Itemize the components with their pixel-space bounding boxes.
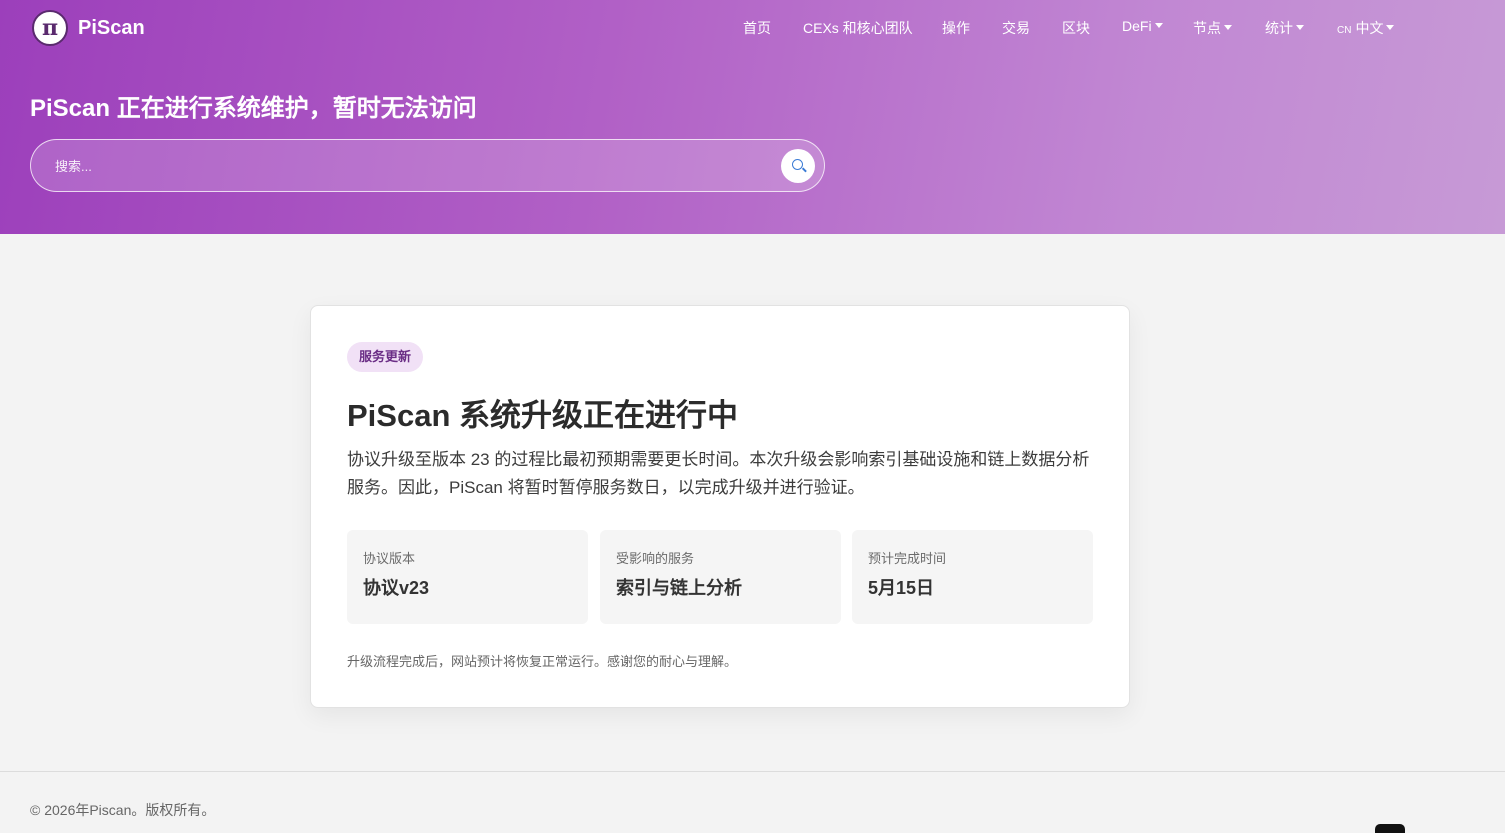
nav-defi-label: DeFi xyxy=(1122,18,1152,34)
nav-nodes-label: 节点 xyxy=(1193,20,1221,36)
info-label: 受影响的服务 xyxy=(616,551,695,566)
search-icon-handle xyxy=(802,167,807,173)
info-value: 5月15日 xyxy=(868,578,935,598)
language-selector[interactable]: CN 中文 xyxy=(1337,18,1395,38)
nav-defi-dropdown[interactable]: DeFi xyxy=(1122,18,1163,34)
info-value: 索引与链上分析 xyxy=(616,578,742,598)
info-affected-services: 受影响的服务 索引与链上分析 xyxy=(600,530,841,624)
info-estimated-completion: 预计完成时间 5月15日 xyxy=(852,530,1093,624)
nav-operations[interactable]: 操作 xyxy=(942,18,970,38)
service-update-badge: 服务更新 xyxy=(347,342,424,372)
nav-stats-label: 统计 xyxy=(1265,20,1293,36)
caret-down-icon xyxy=(1224,25,1232,30)
maintenance-card: 服务更新 PiScan 系统升级正在进行中 协议升级至版本 23 的过程比最初预… xyxy=(310,305,1130,708)
nav-blocks[interactable]: 区块 xyxy=(1062,18,1090,38)
info-protocol-version: 协议版本 协议v23 xyxy=(347,530,588,624)
caret-down-icon xyxy=(1386,25,1395,30)
card-note: 升级流程完成后，网站预计将恢复正常运行。感谢您的耐心与理解。 xyxy=(347,654,738,669)
search-bar xyxy=(30,139,825,192)
nav-cexs[interactable]: CEXs 和核心团队 xyxy=(803,18,913,38)
footer-divider xyxy=(0,771,1505,772)
caret-down-icon xyxy=(1154,23,1163,28)
nav-home[interactable]: 首页 xyxy=(743,18,771,38)
info-label: 预计完成时间 xyxy=(868,551,947,566)
info-label: 协议版本 xyxy=(363,551,416,566)
language-label: 中文 xyxy=(1355,20,1384,36)
copyright-text: © 2026年Piscan。版权所有。 xyxy=(30,802,216,818)
language-code: CN xyxy=(1337,25,1352,36)
caret-down-icon xyxy=(1296,25,1304,30)
hero-header: π PiScan 首页 CEXs 和核心团队 操作 交易 区块 DeFi 节点 … xyxy=(0,0,1505,234)
search-button[interactable] xyxy=(781,149,815,183)
card-description: 协议升级至版本 23 的过程比最初预期需要更长时间。本次升级会影响索引基础设施和… xyxy=(347,450,1090,497)
main-nav: 首页 CEXs 和核心团队 操作 交易 区块 DeFi 节点 统计 CN 中文 xyxy=(0,18,1505,38)
maintenance-title: PiScan 正在进行系统维护，暂时无法访问 xyxy=(30,95,477,122)
x-social-icon[interactable] xyxy=(1375,824,1405,833)
nav-nodes-dropdown[interactable]: 节点 xyxy=(1193,18,1232,38)
info-value: 协议v23 xyxy=(363,578,430,598)
card-title: PiScan 系统升级正在进行中 xyxy=(347,398,738,433)
search-input[interactable] xyxy=(55,156,755,176)
nav-transactions[interactable]: 交易 xyxy=(1002,18,1030,38)
nav-stats-dropdown[interactable]: 统计 xyxy=(1265,18,1304,38)
